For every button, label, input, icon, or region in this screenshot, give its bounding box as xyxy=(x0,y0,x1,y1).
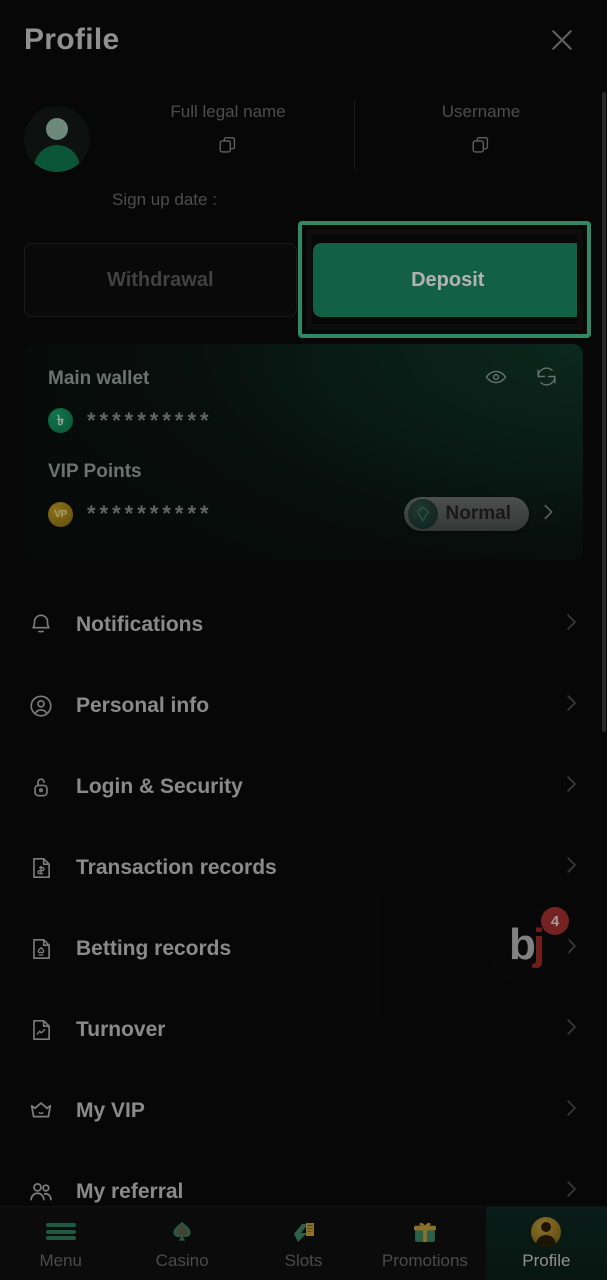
gem-icon xyxy=(407,499,438,529)
profile-fields: Full legal name Username xyxy=(102,98,607,170)
menu-item-label: Login & Security xyxy=(76,774,243,798)
field-label: Full legal name xyxy=(170,102,286,121)
profile-info-row: Full legal name Username xyxy=(0,98,607,180)
chevron-right-icon xyxy=(559,610,583,639)
refresh-icon[interactable] xyxy=(534,364,559,394)
menu-item-turnover[interactable]: Turnover xyxy=(24,989,607,1070)
field-username: Username xyxy=(355,98,607,170)
avatar-icon xyxy=(531,1216,562,1247)
page-title: Profile xyxy=(24,23,120,56)
chevron-right-icon xyxy=(559,1015,583,1044)
main-wallet-header: Main wallet xyxy=(48,364,559,394)
menu-item-my-vip[interactable]: My VIP xyxy=(24,1070,607,1151)
chevron-right-icon xyxy=(559,772,583,801)
wallet-card: Main wallet ৳ ********** VIP Points VP *… xyxy=(24,344,583,560)
document-dollar-icon xyxy=(24,855,58,881)
document-chart-icon xyxy=(24,1017,58,1043)
field-label: Username xyxy=(441,102,521,121)
scrollbar-thumb[interactable] xyxy=(602,92,606,732)
nav-item-menu[interactable]: Menu xyxy=(0,1207,121,1280)
bottom-navigation: Menu Casino Slots Promotions Profile xyxy=(0,1206,607,1280)
rank-badge[interactable]: Normal xyxy=(403,497,529,531)
signup-date: Sign up date : xyxy=(112,190,217,209)
menu-item-transaction-records[interactable]: Transaction records xyxy=(24,827,607,908)
chevron-right-icon xyxy=(559,853,583,882)
brand-logo-b: b xyxy=(508,920,536,969)
withdrawal-button[interactable]: Withdrawal xyxy=(24,243,297,317)
avatar-placeholder-icon xyxy=(24,106,90,172)
menu-item-label: Notifications xyxy=(76,612,204,636)
menu-item-label: My VIP xyxy=(76,1098,145,1122)
menu-item-label: Transaction records xyxy=(76,855,277,879)
chevron-right-icon xyxy=(559,691,583,720)
profile-screen: Profile Full legal name Username Sign up… xyxy=(0,0,607,1280)
chat-support-widget[interactable]: b j 4 xyxy=(485,903,569,987)
deposit-button[interactable]: Deposit xyxy=(312,243,583,317)
main-wallet-label: Main wallet xyxy=(48,368,150,389)
deposit-button-wrapper: Deposit xyxy=(312,243,583,317)
nav-item-label: Menu xyxy=(39,1250,82,1270)
crown-icon xyxy=(24,1097,58,1125)
nav-item-profile[interactable]: Profile xyxy=(485,1207,607,1280)
main-wallet-amount: ********** xyxy=(87,407,213,433)
nav-item-casino[interactable]: Casino xyxy=(121,1207,242,1280)
main-wallet-balance-row: ৳ ********** xyxy=(48,408,559,433)
profile-menu-list: Notifications Personal info Login & Secu… xyxy=(24,584,607,1206)
nav-item-label: Slots xyxy=(284,1250,323,1270)
menu-item-label: Personal info xyxy=(76,693,210,717)
gift-icon xyxy=(411,1217,439,1247)
vip-points-label: VIP Points xyxy=(48,461,142,482)
rank-label: Normal xyxy=(445,503,511,524)
eye-icon[interactable] xyxy=(484,365,508,394)
close-icon[interactable] xyxy=(541,19,583,61)
chevron-right-icon xyxy=(559,1177,583,1206)
vip-points-balance: VP ********** xyxy=(48,501,213,527)
user-circle-icon xyxy=(24,693,58,719)
chat-unread-badge: 4 xyxy=(541,907,569,935)
menu-item-label: Turnover xyxy=(76,1017,166,1041)
field-full-legal-name: Full legal name xyxy=(102,98,354,170)
lock-icon xyxy=(24,774,58,800)
profile-header: Profile xyxy=(0,0,607,80)
nav-item-label: Casino xyxy=(155,1250,209,1270)
hamburger-icon xyxy=(45,1217,76,1247)
menu-item-login-security[interactable]: Login & Security xyxy=(24,746,607,827)
wallet-action-buttons: Withdrawal Deposit xyxy=(24,243,583,317)
menu-item-label: My referral xyxy=(76,1179,184,1203)
chevron-right-icon[interactable] xyxy=(537,501,559,528)
vip-coin-icon: VP xyxy=(48,501,73,527)
vip-points-block: VIP Points VP ********** Normal xyxy=(48,461,559,531)
document-bet-icon xyxy=(24,936,58,962)
nav-item-slots[interactable]: Slots xyxy=(243,1207,364,1280)
slots-icon xyxy=(289,1217,319,1247)
bell-icon xyxy=(24,612,58,638)
vip-points-row: VP ********** Normal xyxy=(48,497,559,531)
vip-rank-area[interactable]: Normal xyxy=(403,497,559,531)
vip-points-amount: ********** xyxy=(87,501,213,526)
menu-item-personal-info[interactable]: Personal info xyxy=(24,665,607,746)
users-icon xyxy=(24,1178,58,1206)
taka-coin-icon: ৳ xyxy=(48,408,73,433)
copy-icon[interactable] xyxy=(470,134,492,161)
menu-item-notifications[interactable]: Notifications xyxy=(24,584,607,665)
copy-icon[interactable] xyxy=(217,134,239,161)
wallet-actions xyxy=(484,364,559,394)
nav-item-label: Promotions xyxy=(381,1250,468,1270)
nav-item-promotions[interactable]: Promotions xyxy=(364,1207,485,1280)
spade-icon xyxy=(168,1217,196,1247)
chevron-right-icon xyxy=(559,1096,583,1125)
nav-item-label: Profile xyxy=(522,1250,571,1270)
